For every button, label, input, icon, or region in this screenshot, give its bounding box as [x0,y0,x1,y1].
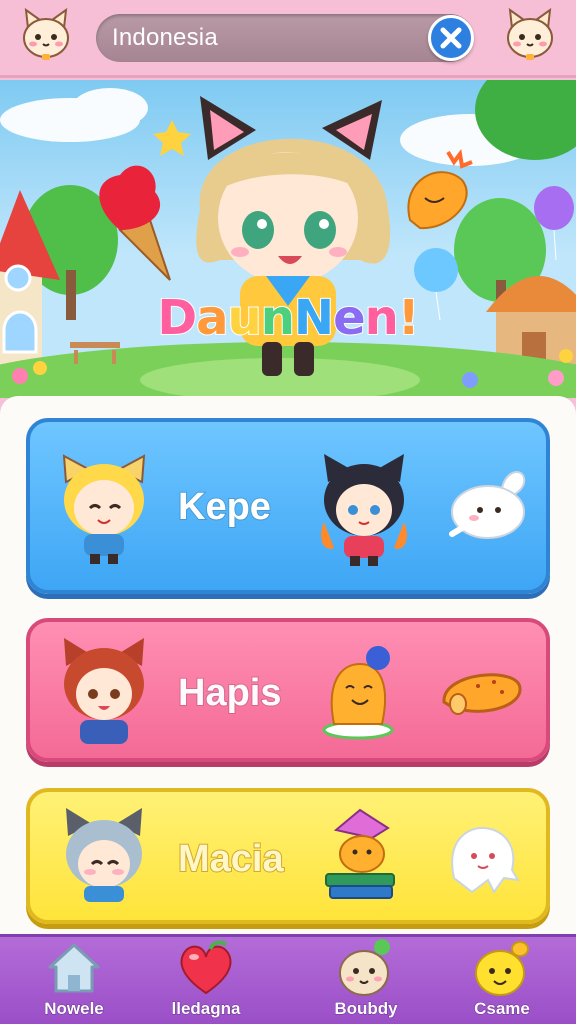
category-card-hapis[interactable]: Hapis [26,618,550,762]
mango-character-icon [322,646,394,740]
category-card-macia[interactable]: Macia [26,788,550,924]
search-bar[interactable]: Indonesia [96,14,474,62]
logo-letter: n [260,289,296,347]
bottom-navigation: Nowele lledagna Boubdy Csame [0,934,576,1024]
logo-letter: a [195,289,229,347]
nav-item-csame[interactable]: Csame [442,937,562,1024]
close-icon[interactable] [428,15,474,61]
logo-letter: n [364,289,400,347]
logo-text: DaunNen! [156,289,421,347]
nav-label: Csame [474,999,531,1019]
logo-letter: e [332,289,367,347]
hero-logo: DaunNen! [130,289,446,347]
card-label: Hapis [177,671,282,715]
cat-mascot-icon[interactable] [16,6,76,66]
search-input[interactable]: Indonesia [112,24,218,52]
card-label: Kepe [177,485,272,529]
onion-character-icon [339,939,390,996]
hero-banner: DaunNen! [0,80,576,398]
logo-letter: D [156,289,198,347]
ghost-icon [451,826,520,894]
hero-illustration [0,80,576,398]
nav-label: Nowele [44,999,105,1019]
category-card-kepe[interactable]: Kepe [26,418,550,594]
nav-label: Boubdy [334,999,398,1019]
red-hair-cat-girl-icon [64,638,144,744]
logo-letter: ! [397,289,421,347]
heart-icon [180,940,232,995]
card-label: Macia [177,837,285,881]
cat-mascot-icon[interactable] [500,6,560,66]
home-icon [48,943,100,993]
lemon-character-icon [475,941,529,996]
nav-item-boubdy[interactable]: Boubdy [306,937,426,1024]
logo-letter: u [227,289,263,347]
books-character-icon [325,808,395,899]
bunny-icon [449,471,526,539]
blonde-cat-girl-icon [62,454,146,564]
nav-label: lledagna [171,999,241,1019]
bread-icon [442,673,522,715]
logo-letter: N [293,289,335,347]
dark-hair-cat-girl-icon [321,454,407,566]
silver-hair-cat-girl-icon [66,808,142,902]
nav-item-lledagna[interactable]: lledagna [146,937,266,1024]
top-bar: Indonesia [0,0,576,78]
nav-item-nowele[interactable]: Nowele [14,937,134,1024]
